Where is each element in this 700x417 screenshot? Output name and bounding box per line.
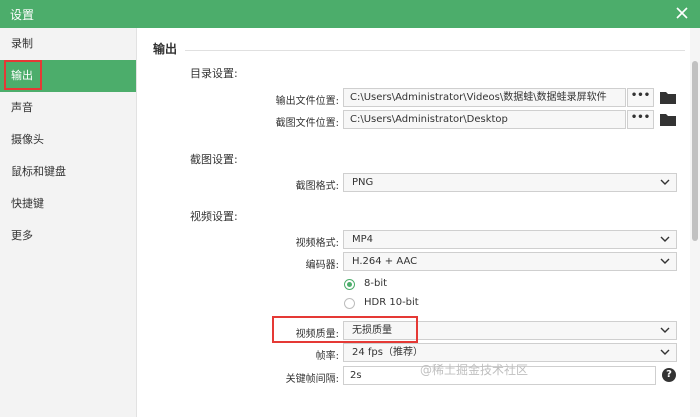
scrollbar[interactable] xyxy=(690,28,700,417)
chevron-down-icon xyxy=(660,349,670,355)
chevron-down-icon xyxy=(660,327,670,333)
chevron-down-icon xyxy=(660,179,670,185)
scrollbar-thumb[interactable] xyxy=(692,61,698,241)
radio-hdr10bit-label: HDR 10-bit xyxy=(364,297,419,308)
screenshot-location-label: 截图文件位置: xyxy=(275,118,339,129)
directory-settings-title: 目录设置: xyxy=(190,67,238,80)
screenshot-format-value: PNG xyxy=(352,177,374,188)
sidebar-item-sound[interactable]: 声音 xyxy=(0,92,136,124)
sidebar-item-record[interactable]: 录制 xyxy=(0,28,136,60)
framerate-label: 帧率: xyxy=(315,351,339,362)
output-location-field[interactable]: C:\Users\Administrator\Videos\数据蛙\数据蛙录屏软… xyxy=(343,88,626,107)
close-icon[interactable] xyxy=(674,5,690,21)
window-title: 设置 xyxy=(10,8,35,22)
output-location-label: 输出文件位置: xyxy=(275,96,339,107)
output-browse-button[interactable]: ••• xyxy=(627,88,654,107)
sidebar-item-label: 更多 xyxy=(11,229,33,242)
screenshot-location-field[interactable]: C:\Users\Administrator\Desktop xyxy=(343,110,626,129)
sidebar-item-label: 摄像头 xyxy=(11,133,44,146)
section-divider xyxy=(185,50,685,51)
highlight-box-output xyxy=(4,60,42,90)
chevron-down-icon xyxy=(660,258,670,264)
sidebar-item-label: 录制 xyxy=(11,37,33,50)
chevron-down-icon xyxy=(660,236,670,242)
video-settings-title: 视频设置: xyxy=(190,210,238,223)
encoder-label: 编码器: xyxy=(305,260,339,271)
video-format-label: 视频格式: xyxy=(295,238,339,249)
sidebar-item-label: 快捷键 xyxy=(11,197,44,210)
sidebar-item-shortcuts[interactable]: 快捷键 xyxy=(0,188,136,220)
section-title: 输出 xyxy=(153,42,178,56)
folder-icon[interactable] xyxy=(660,91,676,104)
keyframe-interval-label: 关键帧间隔: xyxy=(285,374,339,385)
encoder-select[interactable]: H.264 + AAC xyxy=(343,252,677,271)
screenshot-format-label: 截图格式: xyxy=(295,181,339,192)
framerate-select[interactable]: 24 fps（推荐） xyxy=(343,343,677,362)
radio-hdr10bit[interactable] xyxy=(344,298,355,309)
screenshot-format-select[interactable]: PNG xyxy=(343,173,677,192)
video-format-select[interactable]: MP4 xyxy=(343,230,677,249)
video-format-value: MP4 xyxy=(352,234,374,245)
sidebar-item-label: 鼠标和键盘 xyxy=(11,165,66,178)
folder-icon[interactable] xyxy=(660,113,676,126)
radio-8bit-label: 8-bit xyxy=(364,278,388,289)
watermark: @稀土掘金技术社区 xyxy=(420,363,529,377)
screenshot-browse-button[interactable]: ••• xyxy=(627,110,654,129)
highlight-box-quality xyxy=(272,316,418,343)
encoder-value: H.264 + AAC xyxy=(352,256,418,267)
framerate-value: 24 fps（推荐） xyxy=(352,347,423,358)
sidebar-item-label: 声音 xyxy=(11,101,33,114)
help-icon[interactable]: ? xyxy=(662,368,676,382)
sidebar-item-more[interactable]: 更多 xyxy=(0,220,136,252)
radio-8bit[interactable] xyxy=(344,279,355,290)
main-panel: 输出 目录设置: 输出文件位置: C:\Users\Administrator\… xyxy=(137,28,700,417)
sidebar-item-mouse-keyboard[interactable]: 鼠标和键盘 xyxy=(0,156,136,188)
title-bar: 设置 xyxy=(0,0,700,28)
sidebar-item-camera[interactable]: 摄像头 xyxy=(0,124,136,156)
screenshot-settings-title: 截图设置: xyxy=(190,153,238,166)
